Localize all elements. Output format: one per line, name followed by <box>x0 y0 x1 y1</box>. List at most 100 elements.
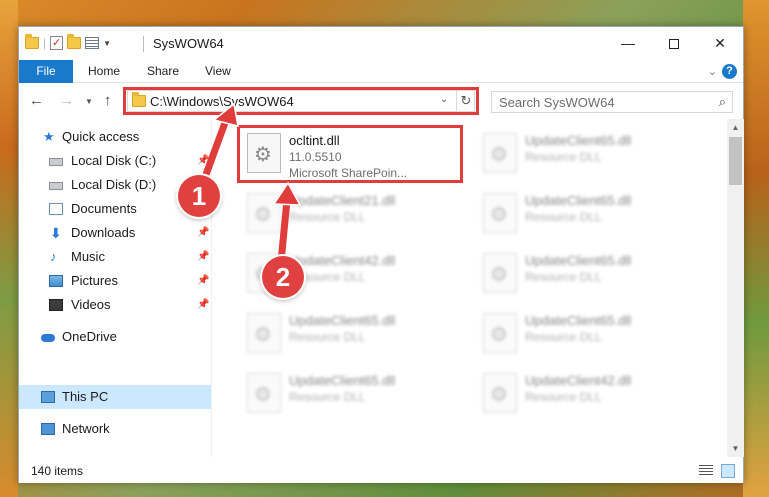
sidebar-item-this-pc[interactable]: This PC <box>19 385 211 409</box>
expand-ribbon-chevron-icon[interactable]: ⌄ <box>708 65 717 78</box>
file-description: Resource DLL <box>289 390 366 404</box>
drive-icon <box>49 182 63 190</box>
help-icon[interactable]: ? <box>722 64 737 79</box>
file-name: UpdateClient42.dll <box>289 253 396 268</box>
back-arrow-icon[interactable]: ← <box>29 92 44 109</box>
navigation-pane: ★ Quick access Local Disk (C:) 📌 Local D… <box>19 119 211 457</box>
large-icons-view-icon[interactable] <box>721 464 735 478</box>
file-tile[interactable]: UpdateClient65.dll Resource DLL <box>475 125 701 185</box>
properties-icon[interactable] <box>85 37 100 49</box>
dll-gear-file-icon <box>247 193 281 233</box>
file-name: UpdateClient65.dll <box>525 313 632 328</box>
file-name: UpdateClient21.dll <box>289 193 396 208</box>
sidebar-item-music[interactable]: ♪ Music 📌 <box>19 245 211 269</box>
dll-gear-file-icon <box>483 313 517 353</box>
search-input[interactable]: Search SysWOW64 <box>499 95 615 110</box>
documents-icon <box>49 203 63 215</box>
address-path[interactable]: C:\Windows\SysWOW64 <box>150 94 294 109</box>
address-folder-icon <box>132 92 146 107</box>
sidebar-item-label: Music <box>71 249 105 264</box>
file-name: UpdateClient65.dll <box>525 133 632 148</box>
file-tile[interactable]: UpdateClient65.dll Resource DLL <box>475 245 701 305</box>
file-tile[interactable]: UpdateClient65.dll Resource DLL <box>239 305 465 365</box>
dll-gear-file-icon <box>247 313 281 353</box>
quick-access-star-icon: ★ <box>43 129 55 144</box>
file-description: Resource DLL <box>525 330 602 344</box>
sidebar-item-label: Network <box>62 421 110 436</box>
file-name: UpdateClient42.dll <box>525 373 632 388</box>
customize-toolbar-chevron-icon[interactable]: ▼ <box>103 39 111 48</box>
step-badge-2: 2 <box>262 256 304 298</box>
dll-gear-file-icon <box>483 193 517 233</box>
vertical-scrollbar[interactable]: ▲ ▼ <box>727 119 744 457</box>
tab-share[interactable]: Share <box>147 60 179 83</box>
details-view-icon[interactable] <box>699 465 713 477</box>
sidebar-item-downloads[interactable]: ⬇ Downloads 📌 <box>19 221 211 245</box>
pictures-icon <box>49 275 63 287</box>
sidebar-item-videos[interactable]: Videos 📌 <box>19 293 211 317</box>
navigation-bar: ← → ▼ ↑ C:\Windows\SysWOW64 ⌄ ↻ Search S… <box>19 84 743 118</box>
tab-home[interactable]: Home <box>88 60 120 83</box>
file-tile[interactable]: UpdateClient42.dll Resource DLL <box>475 365 701 425</box>
address-dropdown-icon[interactable]: ⌄ <box>440 94 448 105</box>
dll-gear-file-icon <box>247 373 281 413</box>
file-description: Resource DLL <box>525 150 602 164</box>
title-separator <box>143 36 144 52</box>
window-title: SysWOW64 <box>153 36 224 51</box>
sidebar-item-label: Local Disk (C:) <box>71 153 157 168</box>
close-button[interactable]: ✕ <box>697 27 743 60</box>
sidebar-item-label: Pictures <box>71 273 118 288</box>
pin-icon: 📌 <box>197 275 210 286</box>
recent-locations-chevron-icon[interactable]: ▼ <box>85 97 93 106</box>
file-description: Resource DLL <box>525 210 602 224</box>
explorer-window: | ✓ ▼ SysWOW64 — ✕ File Home Share View … <box>18 26 744 483</box>
sidebar-item-network[interactable]: Network <box>19 417 211 441</box>
toolbar-separator: | <box>43 36 47 50</box>
address-bar[interactable]: C:\Windows\SysWOW64 ⌄ ↻ <box>127 90 475 112</box>
quick-access-toolbar: | ✓ ▼ <box>25 34 111 50</box>
pane-divider[interactable] <box>211 119 212 457</box>
file-tile[interactable]: UpdateClient65.dll Resource DLL <box>475 305 701 365</box>
file-tile[interactable]: UpdateClient65.dll Resource DLL <box>239 365 465 425</box>
dll-gear-file-icon <box>483 373 517 413</box>
maximize-button[interactable] <box>651 27 697 60</box>
videos-film-icon <box>49 299 63 311</box>
search-box[interactable]: Search SysWOW64 ⌕ <box>491 91 733 113</box>
sidebar-item-quick-access[interactable]: ★ Quick access <box>19 125 211 149</box>
maximize-icon <box>669 39 679 50</box>
music-note-icon: ♪ <box>50 249 57 264</box>
pin-icon: 📌 <box>197 155 210 166</box>
sidebar-item-label: Quick access <box>62 129 140 144</box>
sidebar-item-label: Downloads <box>71 225 136 240</box>
properties-check-icon[interactable]: ✓ <box>50 36 64 50</box>
file-highlight-box <box>237 125 463 183</box>
file-name: UpdateClient65.dll <box>289 373 396 388</box>
onedrive-cloud-icon <box>41 334 55 342</box>
sidebar-item-pictures[interactable]: Pictures 📌 <box>19 269 211 293</box>
sidebar-item-label: Documents <box>71 201 137 216</box>
file-tile[interactable]: UpdateClient65.dll Resource DLL <box>475 185 701 245</box>
scroll-down-icon[interactable]: ▼ <box>727 440 744 457</box>
new-folder-icon[interactable] <box>67 34 82 49</box>
sidebar-item-onedrive[interactable]: OneDrive <box>19 325 211 349</box>
item-count: 140 items <box>31 464 84 478</box>
pin-icon: 📌 <box>197 251 210 262</box>
file-description: Resource DLL <box>289 330 366 344</box>
scrollbar-thumb[interactable] <box>729 137 742 185</box>
file-tile[interactable]: UpdateClient21.dll Resource DLL <box>239 185 465 245</box>
title-bar: | ✓ ▼ SysWOW64 — ✕ <box>19 27 743 60</box>
search-icon[interactable]: ⌕ <box>719 94 726 110</box>
tab-file[interactable]: File <box>19 60 73 83</box>
minimize-button[interactable]: — <box>605 27 651 60</box>
scroll-up-icon[interactable]: ▲ <box>727 119 744 136</box>
tab-view[interactable]: View <box>205 60 231 83</box>
sidebar-item-label: Videos <box>71 297 111 312</box>
refresh-icon[interactable]: ↻ <box>456 91 475 111</box>
downloads-arrow-icon: ⬇ <box>50 225 62 241</box>
drive-icon <box>49 158 63 166</box>
forward-arrow-icon[interactable]: → <box>59 92 74 109</box>
file-description: Resource DLL <box>289 210 366 224</box>
sidebar-item-local-disk-c[interactable]: Local Disk (C:) 📌 <box>19 149 211 173</box>
file-name: UpdateClient65.dll <box>525 253 632 268</box>
up-arrow-icon[interactable]: ↑ <box>104 92 112 109</box>
